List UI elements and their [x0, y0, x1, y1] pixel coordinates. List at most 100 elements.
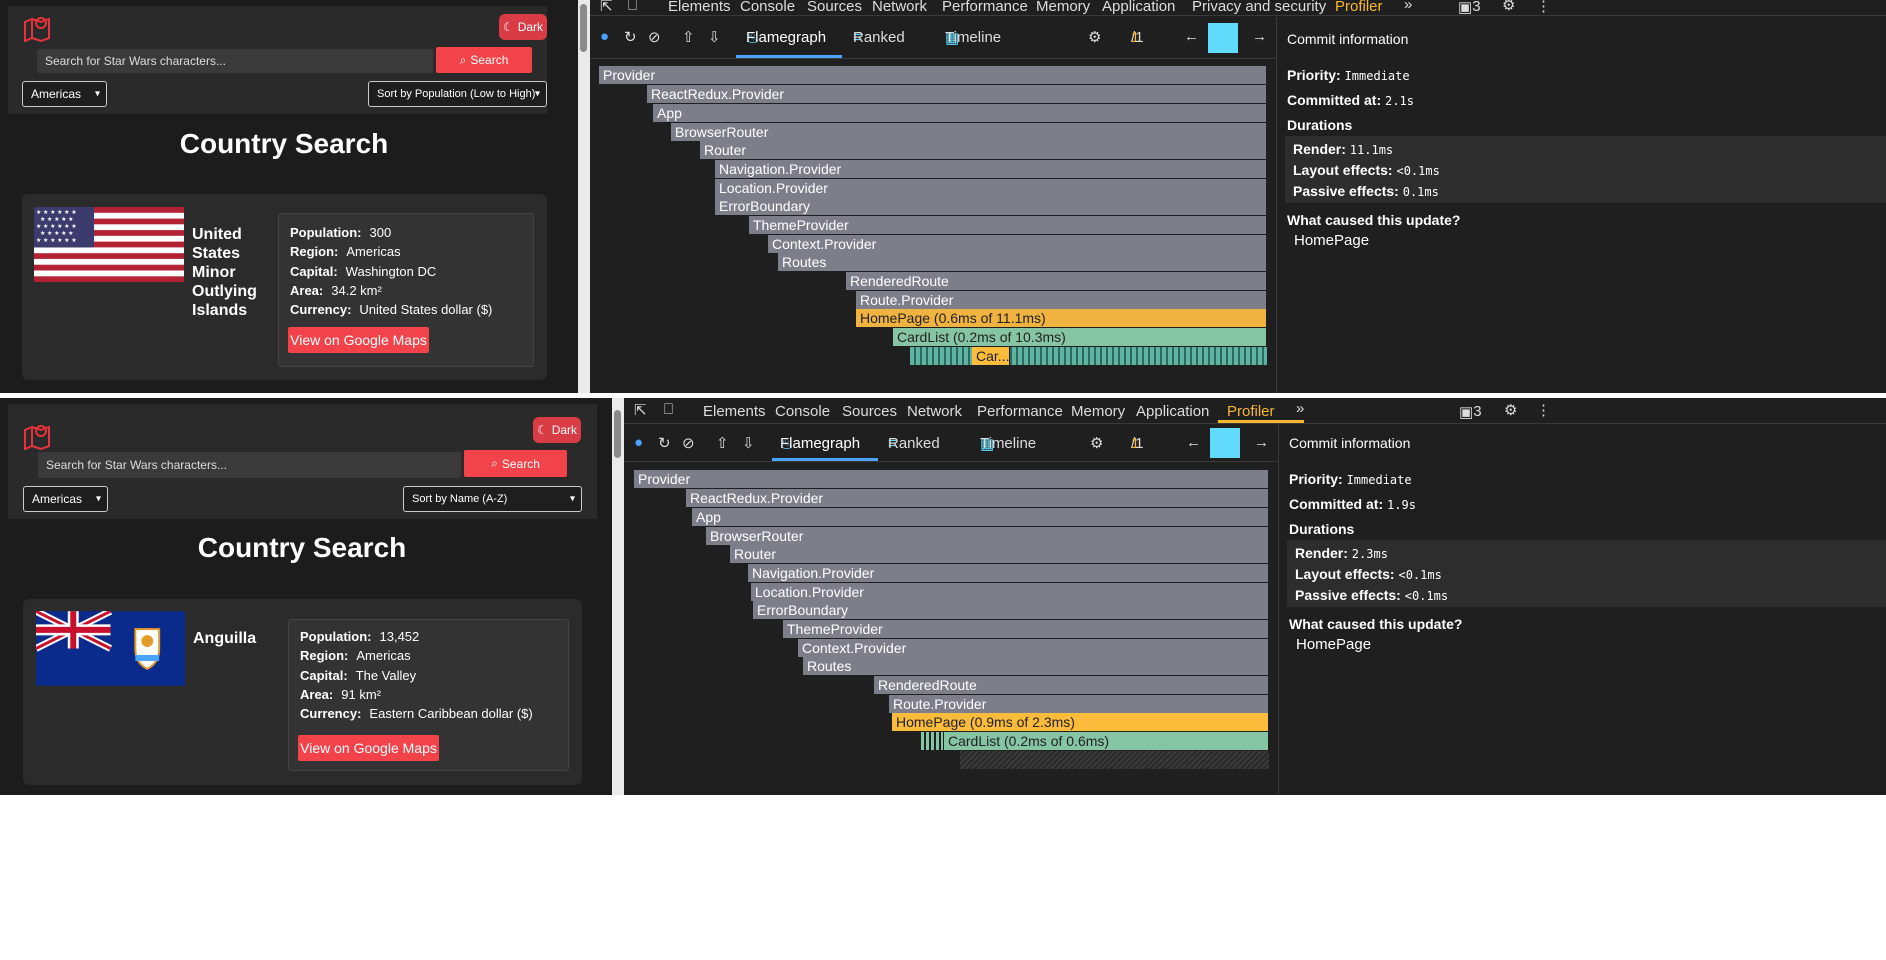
flame-node-cardlist[interactable]: CardList (0.2ms of 10.3ms) — [893, 328, 1267, 346]
flame-node[interactable]: Router — [730, 545, 1269, 563]
flame-node[interactable]: ReactRedux.Provider — [647, 85, 1267, 103]
tab-sources[interactable]: Sources — [842, 403, 897, 420]
more-menu-icon[interactable]: ⋮ — [1536, 0, 1551, 15]
clear-icon[interactable]: ⊘ — [648, 28, 661, 46]
flame-node[interactable]: Location.Provider — [751, 583, 1269, 601]
flame-node[interactable]: Router — [700, 141, 1267, 159]
tab-network[interactable]: Network — [872, 0, 927, 15]
reload-icon[interactable]: ↻ — [658, 434, 671, 452]
sort-select[interactable]: Sort by Name (A-Z) ▾ — [403, 486, 582, 512]
google-maps-button[interactable]: View on Google Maps — [288, 327, 429, 353]
flame-node[interactable]: ErrorBoundary — [753, 601, 1269, 619]
flame-node-card[interactable]: Car... — [972, 347, 1010, 365]
app-scrollbar-1[interactable] — [578, 0, 590, 393]
more-menu-icon[interactable]: ⋮ — [1536, 401, 1551, 419]
inspect-icon[interactable]: ⇱ — [600, 0, 613, 15]
flame-node[interactable]: Context.Provider — [798, 639, 1269, 657]
flame-node-cardlist[interactable]: CardList (0.2ms of 0.6ms) — [944, 732, 1269, 750]
flame-node[interactable]: BrowserRouter — [671, 123, 1267, 141]
profiler-settings-icon[interactable]: ⚙ — [1090, 434, 1103, 452]
flame-node[interactable]: Provider — [599, 66, 1267, 84]
issues-badge[interactable]: ▣ 3 — [1458, 0, 1481, 16]
tab-performance[interactable]: Performance — [977, 403, 1063, 420]
prev-commit-icon[interactable]: ← — [1184, 28, 1199, 45]
flame-node[interactable]: App — [653, 104, 1267, 122]
tab-application[interactable]: Application — [1136, 403, 1209, 420]
tab-console[interactable]: Console — [740, 0, 795, 15]
tab-network[interactable]: Network — [907, 403, 962, 420]
dark-mode-button[interactable]: ☾ Dark — [533, 417, 581, 443]
flame-node[interactable]: Routes — [778, 253, 1267, 271]
profiler-settings-icon[interactable]: ⚙ — [1088, 28, 1101, 46]
flame-node[interactable]: ReactRedux.Provider — [686, 489, 1269, 507]
search-button[interactable]: ⌕ Search — [464, 450, 567, 477]
scrollbar-thumb[interactable] — [580, 4, 587, 52]
tab-memory[interactable]: Memory — [1036, 0, 1090, 15]
google-maps-button[interactable]: View on Google Maps — [298, 735, 439, 761]
update-cause-value[interactable]: HomePage — [1296, 636, 1371, 653]
tab-privacy[interactable]: Privacy and security — [1192, 0, 1326, 15]
region-select[interactable]: Americas ▾ — [23, 486, 108, 512]
app-scrollbar-2[interactable] — [612, 398, 624, 795]
inspect-icon[interactable]: ⇱ — [634, 401, 647, 419]
tab-elements[interactable]: Elements — [668, 0, 731, 15]
device-toggle-icon[interactable]: ⎕ — [664, 401, 673, 418]
flame-node[interactable]: App — [692, 508, 1269, 526]
flame-node[interactable]: ThemeProvider — [783, 620, 1269, 638]
next-commit-icon[interactable]: → — [1252, 28, 1267, 45]
tab-performance[interactable]: Performance — [942, 0, 1028, 15]
flame-node[interactable]: Routes — [803, 657, 1269, 675]
issues-badge[interactable]: ▣ 3 — [1459, 403, 1482, 421]
clear-icon[interactable]: ⊘ — [682, 434, 695, 452]
next-commit-icon[interactable]: → — [1254, 434, 1269, 451]
device-toggle-icon[interactable]: ⎕ — [628, 0, 637, 14]
flame-cardlist-siblings[interactable] — [921, 732, 943, 750]
record-icon[interactable]: ● — [600, 28, 609, 45]
search-input[interactable]: Search for Star Wars characters... — [38, 452, 461, 478]
flame-node[interactable]: Route.Provider — [889, 695, 1269, 713]
flame-node[interactable]: ErrorBoundary — [715, 197, 1267, 215]
tab-sources[interactable]: Sources — [807, 0, 862, 15]
flame-card-children[interactable] — [910, 347, 1267, 365]
record-icon[interactable]: ● — [634, 434, 643, 451]
tab-memory[interactable]: Memory — [1071, 403, 1125, 420]
flame-node-homepage[interactable]: HomePage (0.9ms of 2.3ms) — [892, 713, 1269, 731]
flame-node[interactable]: RenderedRoute — [846, 272, 1267, 290]
upload-icon[interactable]: ⇧ — [716, 434, 729, 452]
scrollbar-thumb[interactable] — [614, 410, 621, 458]
flame-node[interactable]: ThemeProvider — [749, 216, 1267, 234]
upload-icon[interactable]: ⇧ — [682, 28, 695, 46]
flame-node[interactable]: RenderedRoute — [874, 676, 1269, 694]
dark-mode-button[interactable]: ☾ Dark — [499, 14, 547, 40]
flame-node[interactable]: Context.Provider — [768, 235, 1267, 253]
region-select[interactable]: Americas ▾ — [22, 81, 107, 107]
flame-node[interactable]: Location.Provider — [715, 179, 1267, 197]
settings-icon[interactable]: ⚙ — [1504, 401, 1517, 419]
settings-icon[interactable]: ⚙ — [1502, 0, 1515, 14]
more-tabs-icon[interactable]: » — [1404, 0, 1412, 13]
search-button[interactable]: ⌕ Search — [436, 47, 532, 73]
commit-bar[interactable] — [1208, 23, 1238, 53]
tab-profiler[interactable]: Profiler — [1335, 0, 1383, 15]
flame-card-children[interactable] — [960, 751, 1269, 769]
update-cause-value[interactable]: HomePage — [1294, 232, 1369, 249]
reload-icon[interactable]: ↻ — [624, 28, 637, 46]
tab-elements[interactable]: Elements — [703, 403, 766, 420]
download-icon[interactable]: ⇩ — [742, 434, 755, 452]
flame-node[interactable]: Navigation.Provider — [715, 160, 1267, 178]
commit-bar[interactable] — [1210, 428, 1240, 458]
tab-profiler[interactable]: Profiler — [1227, 403, 1275, 420]
sort-select[interactable]: Sort by Population (Low to High) ▾ — [368, 81, 547, 107]
flame-node[interactable]: Navigation.Provider — [748, 564, 1269, 582]
prev-commit-icon[interactable]: ← — [1186, 434, 1201, 451]
more-tabs-icon[interactable]: » — [1296, 400, 1304, 417]
download-icon[interactable]: ⇩ — [708, 28, 721, 46]
flame-node[interactable]: Provider — [634, 470, 1269, 488]
map-logo-icon[interactable] — [22, 14, 52, 42]
flame-node[interactable]: BrowserRouter — [706, 527, 1269, 545]
map-logo-icon[interactable] — [22, 422, 52, 450]
flame-node[interactable]: Route.Provider — [856, 291, 1267, 309]
tab-application[interactable]: Application — [1102, 0, 1175, 15]
flame-node-homepage[interactable]: HomePage (0.6ms of 11.1ms) — [856, 309, 1267, 327]
search-input[interactable]: Search for Star Wars characters... — [37, 49, 433, 73]
